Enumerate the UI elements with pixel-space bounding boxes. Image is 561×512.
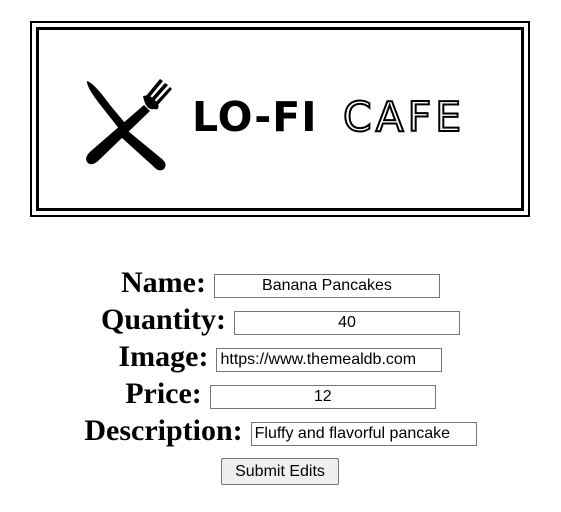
form-row-price: Price:	[0, 376, 561, 412]
logo-text-bold: LO-FI	[192, 93, 318, 141]
form-row-quantity: Quantity:	[0, 302, 561, 338]
image-url-input[interactable]	[216, 348, 443, 372]
form-row-image: Image:	[0, 339, 561, 375]
form-row-name: Name:	[0, 265, 561, 301]
submit-edits-button[interactable]: Submit Edits	[221, 458, 339, 485]
price-label: Price:	[125, 377, 202, 410]
name-label: Name:	[121, 266, 206, 299]
form-row-description: Description:	[0, 413, 561, 449]
price-input[interactable]	[209, 385, 436, 409]
quantity-label: Quantity:	[100, 303, 226, 336]
description-input[interactable]	[250, 422, 477, 446]
name-input[interactable]	[213, 274, 440, 298]
logo-text-outline: CAFE	[342, 93, 466, 141]
quantity-input[interactable]	[234, 311, 460, 335]
image-label: Image:	[118, 340, 209, 373]
logo-banner: LO-FI CAFE	[30, 21, 530, 217]
description-label: Description:	[84, 414, 243, 447]
